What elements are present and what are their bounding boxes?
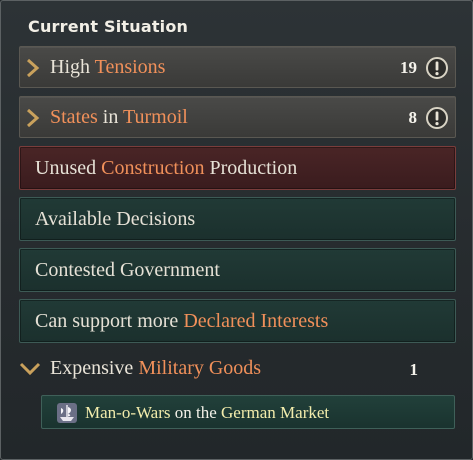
- situation-item-available-decisions[interactable]: Available Decisions: [19, 197, 456, 241]
- subitem-label: Man-o-Wars on the German Market: [85, 403, 330, 422]
- expanded-label: Expensive Military Goods: [50, 357, 262, 379]
- expanded-row-expensive-military-goods[interactable]: Expensive Military Goods 1: [19, 352, 456, 388]
- exclamation-circle-icon: [426, 107, 448, 129]
- chevron-right-icon: [27, 108, 40, 128]
- summary-row-states-in-turmoil[interactable]: States in Turmoil 8: [19, 96, 456, 138]
- summary-count: 8: [408, 108, 418, 127]
- situation-item-declared-interests[interactable]: Can support more Declared Interests: [19, 299, 456, 343]
- summary-count: 19: [400, 58, 417, 77]
- chevron-down-icon: [19, 362, 41, 376]
- expanded-count: 1: [409, 360, 419, 379]
- current-situation-panel: Current Situation High Tensions 19 State…: [0, 0, 473, 460]
- man-o-war-goods-icon: [57, 403, 77, 423]
- exclamation-circle-icon: [426, 57, 448, 79]
- item-label: Available Decisions: [35, 208, 196, 230]
- item-label: Contested Government: [35, 259, 220, 281]
- goods-subitem-man-o-wars[interactable]: Man-o-Wars on the German Market: [41, 395, 455, 429]
- summary-label: States in Turmoil: [50, 106, 188, 128]
- item-label: Unused Construction Production: [35, 157, 298, 179]
- summary-row-high-tensions[interactable]: High Tensions 19: [19, 46, 456, 88]
- situation-item-unused-construction[interactable]: Unused Construction Production: [19, 146, 456, 190]
- chevron-right-icon: [27, 58, 40, 78]
- summary-label: High Tensions: [50, 56, 166, 78]
- situation-item-contested-government[interactable]: Contested Government: [19, 248, 456, 292]
- panel-title: Current Situation: [28, 17, 189, 36]
- item-label: Can support more Declared Interests: [35, 310, 329, 332]
